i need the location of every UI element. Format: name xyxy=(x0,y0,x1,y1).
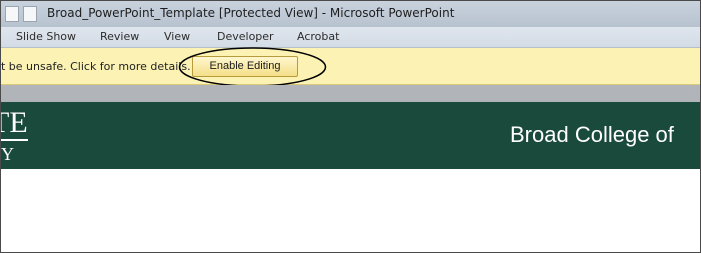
window-title: Broad_PowerPoint_Template [Protected Vie… xyxy=(47,6,455,20)
tab-review[interactable]: Review xyxy=(100,30,139,43)
tab-view[interactable]: View xyxy=(164,30,190,43)
ribbon-tab-bar: Slide Show Review View Developer Acrobat xyxy=(1,27,700,48)
logo-bottom-text: Y xyxy=(1,144,20,162)
tab-acrobat[interactable]: Acrobat xyxy=(297,30,339,43)
tab-developer[interactable]: Developer xyxy=(217,30,274,43)
slide-banner: TE Y Broad College of xyxy=(1,102,700,169)
powerpoint-window: Broad_PowerPoint_Template [Protected Vie… xyxy=(0,0,701,253)
title-bar: Broad_PowerPoint_Template [Protected Vie… xyxy=(1,1,700,27)
quick-access-undo-icon[interactable] xyxy=(23,6,37,22)
slide-canvas[interactable]: TE Y Broad College of xyxy=(1,102,700,252)
tab-slide-show[interactable]: Slide Show xyxy=(16,30,76,43)
quick-access-save-icon[interactable] xyxy=(5,6,19,22)
university-logo: TE Y xyxy=(1,106,41,162)
workspace-background xyxy=(1,85,700,102)
logo-rule xyxy=(1,139,28,141)
enable-editing-button[interactable]: Enable Editing xyxy=(192,56,298,77)
message-bar-text[interactable]: t be unsafe. Click for more details. xyxy=(1,60,191,73)
protected-view-message-bar: t be unsafe. Click for more details. xyxy=(1,48,700,85)
logo-top-text: TE xyxy=(1,106,28,139)
college-name: Broad College of xyxy=(510,122,674,147)
